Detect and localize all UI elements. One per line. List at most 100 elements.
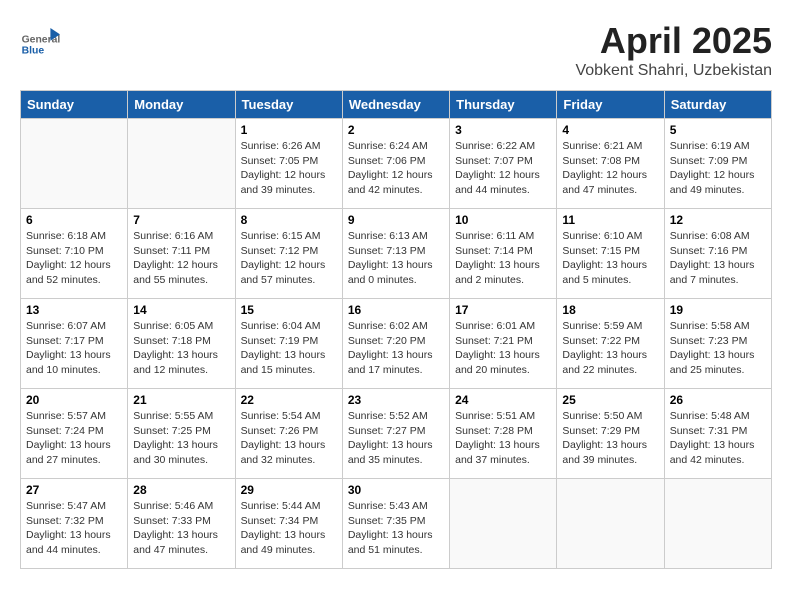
weekday-header-thursday: Thursday [450,91,557,119]
calendar-table: SundayMondayTuesdayWednesdayThursdayFrid… [20,90,772,569]
weekday-header-wednesday: Wednesday [342,91,449,119]
day-info: Sunrise: 6:08 AM Sunset: 7:16 PM Dayligh… [670,229,766,288]
calendar-cell: 26Sunrise: 5:48 AM Sunset: 7:31 PM Dayli… [664,389,771,479]
day-info: Sunrise: 5:51 AM Sunset: 7:28 PM Dayligh… [455,409,551,468]
calendar-cell: 3 Sunrise: 6:22 AM Sunset: 7:07 PM Daylig… [450,119,557,209]
day-info: Sunrise: 6:22 AM Sunset: 7:07 PM Dayligh… [455,139,551,198]
calendar-cell: 13 Sunrise: 6:07 AM Sunset: 7:17 PM Dayli… [21,299,128,389]
day-info: Sunrise: 6:21 AM Sunset: 7:08 PM Dayligh… [562,139,658,198]
day-info: Sunrise: 6:19 AM Sunset: 7:09 PM Dayligh… [670,139,766,198]
day-info: Sunrise: 6:26 AM Sunset: 7:05 PM Dayligh… [241,139,337,198]
day-info: Sunrise: 5:44 AM Sunset: 7:34 PM Dayligh… [241,499,337,558]
calendar-week-5: 27 Sunrise: 5:47 AM Sunset: 7:32 PM Dayli… [21,479,772,569]
day-number: 5 [670,123,766,137]
day-info: Sunrise: 6:04 AM Sunset: 7:19 PM Dayligh… [241,319,337,378]
calendar-cell: 4 Sunrise: 6:21 AM Sunset: 7:08 PM Daylig… [557,119,664,209]
day-info: Sunrise: 6:05 AM Sunset: 7:18 PM Dayligh… [133,319,229,378]
day-number: 27 [26,483,122,497]
calendar-cell: 8 Sunrise: 6:15 AM Sunset: 7:12 PM Daylig… [235,209,342,299]
day-info: Sunrise: 5:50 AM Sunset: 7:29 PM Dayligh… [562,409,658,468]
day-number: 14 [133,303,229,317]
weekday-header-friday: Friday [557,91,664,119]
day-info: Sunrise: 5:52 AM Sunset: 7:27 PM Dayligh… [348,409,444,468]
weekday-header-sunday: Sunday [21,91,128,119]
day-info: Sunrise: 6:15 AM Sunset: 7:12 PM Dayligh… [241,229,337,288]
calendar-cell: 28Sunrise: 5:46 AM Sunset: 7:33 PM Dayli… [128,479,235,569]
calendar-cell: 10 Sunrise: 6:11 AM Sunset: 7:14 PM Dayli… [450,209,557,299]
weekday-header-monday: Monday [128,91,235,119]
calendar-cell [21,119,128,209]
calendar-cell [557,479,664,569]
calendar-cell: 18 Sunrise: 5:59 AM Sunset: 7:22 PM Dayli… [557,299,664,389]
logo: General Blue [20,20,64,60]
calendar-cell: 23 Sunrise: 5:52 AM Sunset: 7:27 PM Dayli… [342,389,449,479]
day-info: Sunrise: 6:10 AM Sunset: 7:15 PM Dayligh… [562,229,658,288]
day-number: 1 [241,123,337,137]
calendar-cell: 20Sunrise: 5:57 AM Sunset: 7:24 PM Dayli… [21,389,128,479]
day-info: Sunrise: 6:16 AM Sunset: 7:11 PM Dayligh… [133,229,229,288]
day-info: Sunrise: 5:54 AM Sunset: 7:26 PM Dayligh… [241,409,337,468]
day-number: 9 [348,213,444,227]
calendar-cell: 16 Sunrise: 6:02 AM Sunset: 7:20 PM Dayli… [342,299,449,389]
weekday-header-tuesday: Tuesday [235,91,342,119]
day-info: Sunrise: 6:18 AM Sunset: 7:10 PM Dayligh… [26,229,122,288]
day-number: 26 [670,393,766,407]
calendar-cell [128,119,235,209]
day-number: 16 [348,303,444,317]
day-number: 17 [455,303,551,317]
calendar-cell: 14 Sunrise: 6:05 AM Sunset: 7:18 PM Dayli… [128,299,235,389]
day-number: 15 [241,303,337,317]
calendar-week-1: 1 Sunrise: 6:26 AM Sunset: 7:05 PM Daylig… [21,119,772,209]
day-info: Sunrise: 5:47 AM Sunset: 7:32 PM Dayligh… [26,499,122,558]
day-info: Sunrise: 5:55 AM Sunset: 7:25 PM Dayligh… [133,409,229,468]
calendar-cell: 2Sunrise: 6:24 AM Sunset: 7:06 PM Daylig… [342,119,449,209]
svg-text:Blue: Blue [22,46,45,57]
calendar-header: SundayMondayTuesdayWednesdayThursdayFrid… [21,91,772,119]
day-number: 13 [26,303,122,317]
weekday-row: SundayMondayTuesdayWednesdayThursdayFrid… [21,91,772,119]
day-info: Sunrise: 6:02 AM Sunset: 7:20 PM Dayligh… [348,319,444,378]
calendar-cell: 15 Sunrise: 6:04 AM Sunset: 7:19 PM Dayli… [235,299,342,389]
day-number: 8 [241,213,337,227]
calendar-body: 1 Sunrise: 6:26 AM Sunset: 7:05 PM Daylig… [21,119,772,569]
calendar-cell: 25 Sunrise: 5:50 AM Sunset: 7:29 PM Dayli… [557,389,664,479]
day-number: 21 [133,393,229,407]
month-title: April 2025 [575,20,772,62]
day-number: 6 [26,213,122,227]
title-block: April 2025 Vobkent Shahri, Uzbekistan [575,20,772,80]
day-info: Sunrise: 5:43 AM Sunset: 7:35 PM Dayligh… [348,499,444,558]
day-number: 10 [455,213,551,227]
day-number: 3 [455,123,551,137]
calendar-cell: 27 Sunrise: 5:47 AM Sunset: 7:32 PM Dayli… [21,479,128,569]
day-number: 4 [562,123,658,137]
calendar-cell: 17Sunrise: 6:01 AM Sunset: 7:21 PM Dayli… [450,299,557,389]
day-info: Sunrise: 6:24 AM Sunset: 7:06 PM Dayligh… [348,139,444,198]
weekday-header-saturday: Saturday [664,91,771,119]
day-number: 29 [241,483,337,497]
calendar-cell: 19Sunrise: 5:58 AM Sunset: 7:23 PM Dayli… [664,299,771,389]
day-info: Sunrise: 5:58 AM Sunset: 7:23 PM Dayligh… [670,319,766,378]
day-info: Sunrise: 6:07 AM Sunset: 7:17 PM Dayligh… [26,319,122,378]
calendar-cell: 24 Sunrise: 5:51 AM Sunset: 7:28 PM Dayli… [450,389,557,479]
day-info: Sunrise: 5:46 AM Sunset: 7:33 PM Dayligh… [133,499,229,558]
logo-icon: General Blue [20,20,60,60]
day-number: 12 [670,213,766,227]
calendar-cell: 21 Sunrise: 5:55 AM Sunset: 7:25 PM Dayli… [128,389,235,479]
day-number: 18 [562,303,658,317]
day-info: Sunrise: 5:57 AM Sunset: 7:24 PM Dayligh… [26,409,122,468]
calendar-cell: 1 Sunrise: 6:26 AM Sunset: 7:05 PM Daylig… [235,119,342,209]
day-info: Sunrise: 6:13 AM Sunset: 7:13 PM Dayligh… [348,229,444,288]
day-info: Sunrise: 5:59 AM Sunset: 7:22 PM Dayligh… [562,319,658,378]
day-number: 23 [348,393,444,407]
day-number: 24 [455,393,551,407]
calendar-week-3: 13 Sunrise: 6:07 AM Sunset: 7:17 PM Dayli… [21,299,772,389]
day-info: Sunrise: 6:11 AM Sunset: 7:14 PM Dayligh… [455,229,551,288]
day-number: 22 [241,393,337,407]
calendar-cell: 5 Sunrise: 6:19 AM Sunset: 7:09 PM Daylig… [664,119,771,209]
calendar-cell: 12 Sunrise: 6:08 AM Sunset: 7:16 PM Dayli… [664,209,771,299]
calendar-cell: 30Sunrise: 5:43 AM Sunset: 7:35 PM Dayli… [342,479,449,569]
day-number: 25 [562,393,658,407]
day-number: 11 [562,213,658,227]
calendar-cell: 6 Sunrise: 6:18 AM Sunset: 7:10 PM Daylig… [21,209,128,299]
calendar-cell [664,479,771,569]
